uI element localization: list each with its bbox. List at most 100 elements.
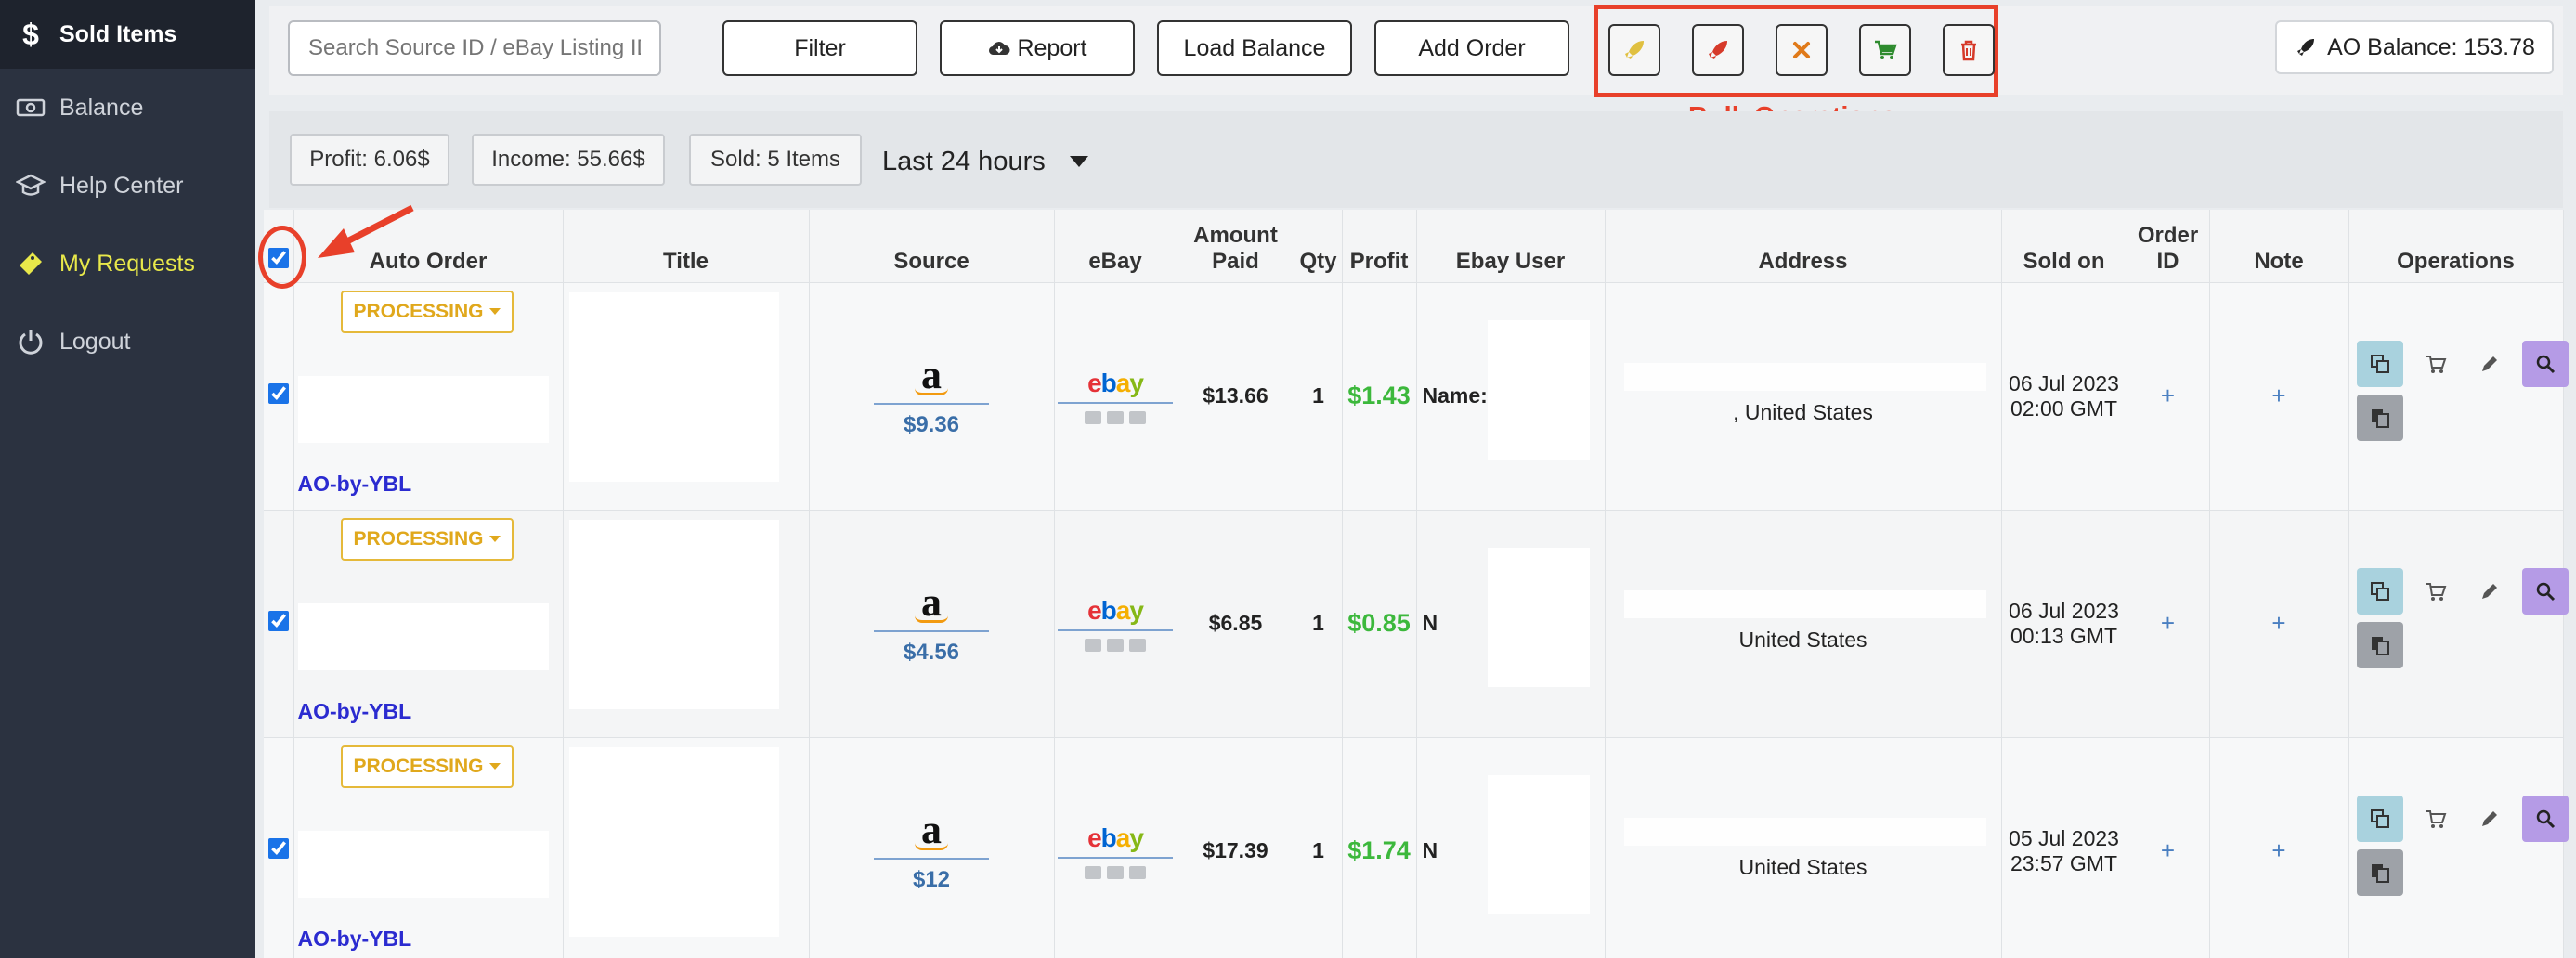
- source-cell[interactable]: a $9.36: [809, 282, 1055, 511]
- sidebar-item-my-requests[interactable]: My Requests: [0, 225, 255, 303]
- mail-icon[interactable]: [1107, 865, 1124, 879]
- search-button[interactable]: [2521, 340, 2569, 387]
- mail-icon[interactable]: [1085, 865, 1101, 879]
- header-note: Note: [2209, 210, 2349, 283]
- order-id-add[interactable]: +: [2127, 510, 2210, 738]
- amount-paid-cell: $17.39: [1177, 737, 1295, 958]
- header-profit: Profit: [1342, 210, 1417, 283]
- rocket-icon: [1709, 41, 1727, 59]
- money-icon: [13, 90, 48, 125]
- redacted-block: [1623, 589, 1986, 618]
- sidebar-item-balance[interactable]: Balance: [0, 69, 255, 147]
- search-button[interactable]: [2521, 795, 2569, 842]
- edit-button[interactable]: [2466, 341, 2513, 387]
- copy-button[interactable]: [2356, 340, 2403, 387]
- title-cell: [563, 510, 810, 738]
- sold-date: 05 Jul 2023: [2009, 825, 2119, 850]
- load-balance-button[interactable]: Load Balance: [1157, 20, 1352, 76]
- address-country: United States: [1738, 628, 1867, 652]
- search-button[interactable]: [2521, 567, 2569, 615]
- bulk-delete-button[interactable]: [1943, 24, 1995, 76]
- chevron-down-icon: [1069, 156, 1088, 167]
- ebay-logo-icon: ebay: [1087, 822, 1144, 852]
- buyer-name-label: Name:: [1422, 383, 1488, 408]
- select-all-highlight: [258, 226, 306, 289]
- source-cell[interactable]: a $12: [809, 737, 1055, 958]
- sidebar-item-label: Help Center: [59, 172, 184, 199]
- ebay-link[interactable]: [1058, 398, 1173, 404]
- duplicate-icon: [2371, 863, 2389, 883]
- cart-button[interactable]: [2413, 341, 2459, 387]
- row-checkbox[interactable]: [267, 610, 289, 631]
- add-order-button[interactable]: Add Order: [1374, 20, 1569, 76]
- ao-balance-badge[interactable]: AO Balance: 153.78: [2275, 20, 2554, 74]
- mail-icon[interactable]: [1085, 638, 1101, 652]
- redacted-block: [1487, 319, 1590, 460]
- mail-icon[interactable]: [1085, 410, 1101, 424]
- mail-icon[interactable]: [1107, 638, 1124, 652]
- mail-icon[interactable]: [1129, 638, 1146, 652]
- row-select-cell: [264, 737, 294, 958]
- ebay-link[interactable]: [1058, 853, 1173, 859]
- sidebar-item-help-center[interactable]: Help Center: [0, 147, 255, 225]
- edit-button[interactable]: [2466, 796, 2513, 842]
- mail-icon[interactable]: [1129, 410, 1146, 424]
- table-row[interactable]: PROCESSING AO-by-YBL a $9.36 ebay $13.66…: [264, 282, 2576, 511]
- cart-icon: [2426, 355, 2446, 373]
- search-input[interactable]: [288, 20, 661, 76]
- time-range-select[interactable]: Last 24 hours: [882, 136, 1088, 188]
- message-icons: [1055, 865, 1177, 879]
- duplicate-button[interactable]: [2356, 848, 2403, 896]
- title-cell: [563, 737, 810, 958]
- table-row[interactable]: PROCESSING AO-by-YBL a $4.56 ebay $6.85 …: [264, 510, 2576, 738]
- filter-button[interactable]: Filter: [722, 20, 917, 76]
- ebay-cell[interactable]: ebay: [1054, 737, 1177, 958]
- source-link[interactable]: [874, 399, 989, 405]
- header-order-line1: Order: [2137, 222, 2199, 248]
- bulk-auto-order-button[interactable]: [1608, 24, 1660, 76]
- source-cell[interactable]: a $4.56: [809, 510, 1055, 738]
- ebay-cell[interactable]: ebay: [1054, 282, 1177, 511]
- source-link[interactable]: [874, 627, 989, 632]
- duplicate-icon: [2371, 636, 2389, 655]
- duplicate-button[interactable]: [2356, 394, 2403, 441]
- mail-icon[interactable]: [1107, 410, 1124, 424]
- mail-icon[interactable]: [1129, 865, 1146, 879]
- copy-button[interactable]: [2356, 567, 2403, 615]
- copy-button[interactable]: [2356, 795, 2403, 842]
- bulk-cancel-button[interactable]: [1776, 24, 1828, 76]
- ebay-cell[interactable]: ebay: [1054, 510, 1177, 738]
- ebay-user-cell: N: [1416, 737, 1606, 958]
- status-dropdown[interactable]: PROCESSING: [340, 290, 514, 333]
- ebay-link[interactable]: [1058, 626, 1173, 631]
- message-icons: [1055, 638, 1177, 652]
- source-price: $12: [912, 866, 951, 892]
- status-dropdown[interactable]: PROCESSING: [340, 517, 514, 561]
- sidebar-item-logout[interactable]: Logout: [0, 303, 255, 381]
- source-link[interactable]: [874, 854, 989, 860]
- order-id-add[interactable]: +: [2127, 737, 2210, 958]
- edit-button[interactable]: [2466, 568, 2513, 615]
- note-add[interactable]: +: [2209, 737, 2349, 958]
- table-row[interactable]: PROCESSING AO-by-YBL a $12 ebay $17.39 1…: [264, 737, 2576, 958]
- auto-order-cell: PROCESSING AO-by-YBL: [293, 282, 564, 511]
- bulk-cart-button[interactable]: [1859, 24, 1911, 76]
- row-select-cell: [264, 282, 294, 511]
- status-dropdown[interactable]: PROCESSING: [340, 744, 514, 788]
- ebay-user-cell: Name:: [1416, 282, 1606, 511]
- note-add[interactable]: +: [2209, 282, 2349, 511]
- duplicate-button[interactable]: [2356, 621, 2403, 668]
- order-id-add[interactable]: +: [2127, 282, 2210, 511]
- cart-button[interactable]: [2413, 796, 2459, 842]
- amount-paid-cell: $6.85: [1177, 510, 1295, 738]
- report-button[interactable]: Report: [940, 20, 1135, 76]
- sidebar-item-sold-items[interactable]: $ Sold Items: [0, 0, 255, 69]
- redacted-block: [297, 602, 549, 670]
- redacted-image: [568, 519, 779, 709]
- cart-button[interactable]: [2413, 568, 2459, 615]
- sold-time: 00:13 GMT: [2010, 623, 2118, 648]
- row-checkbox[interactable]: [267, 837, 289, 859]
- note-add[interactable]: +: [2209, 510, 2349, 738]
- row-checkbox[interactable]: [267, 382, 289, 404]
- bulk-rush-order-button[interactable]: [1692, 24, 1744, 76]
